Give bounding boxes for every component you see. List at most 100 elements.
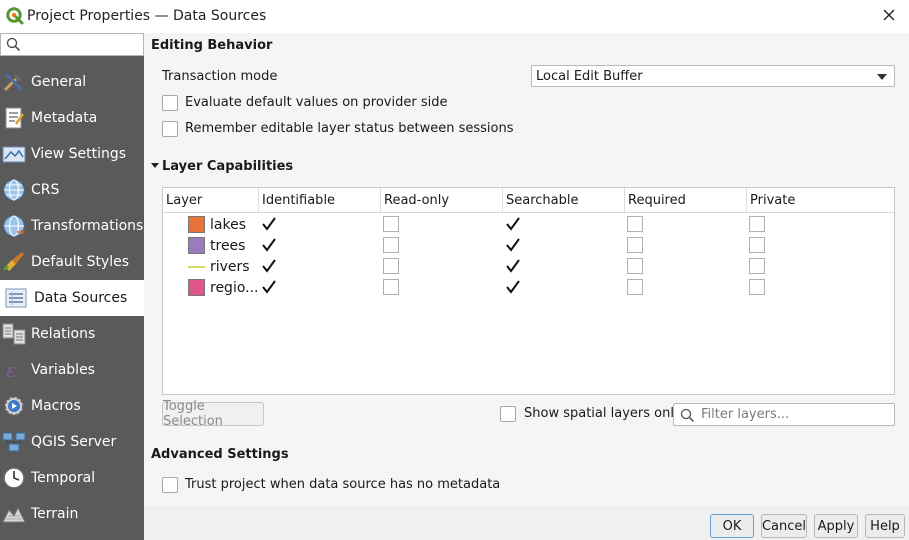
sidebar-item-label: General: [31, 74, 87, 90]
transaction-mode-combo[interactable]: Local Edit Buffer: [531, 65, 895, 87]
layer-cell: regio...: [188, 278, 258, 297]
chevron-down-icon: [877, 74, 887, 80]
trust-project-checkbox[interactable]: [162, 477, 178, 493]
layer-symbol-icon: [188, 279, 205, 296]
view-settings-icon: [2, 146, 26, 163]
searchable-checkbox[interactable]: [505, 237, 521, 253]
transaction-mode-value: Local Edit Buffer: [536, 69, 643, 84]
advanced-settings-heading: Advanced Settings: [151, 447, 289, 462]
checkmark-icon: [506, 280, 520, 294]
required-checkbox[interactable]: [627, 216, 643, 232]
private-checkbox[interactable]: [749, 258, 765, 274]
searchable-checkbox[interactable]: [505, 216, 521, 232]
spatial-only-label: Show spatial layers only: [524, 406, 682, 421]
column-header-identifiable[interactable]: Identifiable: [259, 188, 381, 213]
required-checkbox[interactable]: [627, 258, 643, 274]
layer-symbol-icon: [188, 216, 205, 233]
sidebar-item-label: Transformations: [31, 218, 144, 234]
terrain-icon: [2, 506, 26, 523]
layer-cell: trees: [188, 236, 258, 255]
table-header: Layer Identifiable Read-only Searchable …: [163, 188, 894, 213]
required-checkbox[interactable]: [627, 237, 643, 253]
sidebar-search-input[interactable]: [25, 35, 141, 54]
filter-layers-field[interactable]: [673, 403, 895, 426]
sidebar-item-view-settings[interactable]: View Settings: [0, 136, 144, 172]
sidebar-item-data-sources[interactable]: Data Sources: [0, 280, 144, 316]
ok-button[interactable]: OK: [710, 514, 754, 538]
readonly-checkbox[interactable]: [383, 258, 399, 274]
required-checkbox[interactable]: [627, 279, 643, 295]
sidebar-item-temporal[interactable]: Temporal: [0, 460, 144, 496]
readonly-checkbox[interactable]: [383, 216, 399, 232]
identifiable-checkbox[interactable]: [261, 279, 277, 295]
searchable-checkbox[interactable]: [505, 279, 521, 295]
private-checkbox[interactable]: [749, 279, 765, 295]
apply-button[interactable]: Apply: [814, 514, 858, 538]
sidebar-item-label: Temporal: [31, 470, 96, 486]
filter-layers-input[interactable]: [701, 406, 889, 423]
readonly-checkbox[interactable]: [383, 237, 399, 253]
table-row: rivers: [163, 256, 894, 277]
layer-name: regio...: [210, 279, 258, 296]
remember-editable-checkbox[interactable]: [162, 121, 178, 137]
relations-icon: [2, 323, 26, 345]
sidebar-search[interactable]: [0, 33, 144, 56]
identifiable-checkbox[interactable]: [261, 216, 277, 232]
sidebar-item-macros[interactable]: Macros: [0, 388, 144, 424]
sidebar-item-label: View Settings: [31, 146, 127, 162]
identifiable-checkbox[interactable]: [261, 258, 277, 274]
sidebar-item-label: Data Sources: [34, 290, 128, 306]
layer-symbol-icon: [188, 265, 205, 268]
checkmark-icon: [506, 259, 520, 273]
sidebar-item-transformations[interactable]: Transformations: [0, 208, 144, 244]
collapse-triangle-icon[interactable]: [151, 163, 159, 168]
help-button[interactable]: Help: [865, 514, 905, 538]
sidebar-item-label: Variables: [31, 362, 95, 378]
readonly-checkbox[interactable]: [383, 279, 399, 295]
sidebar-item-crs[interactable]: CRS: [0, 172, 144, 208]
private-checkbox[interactable]: [749, 237, 765, 253]
sidebar-item-default-styles[interactable]: Default Styles: [0, 244, 144, 280]
svg-text:ε: ε: [6, 358, 17, 382]
sidebar-item-metadata[interactable]: Metadata: [0, 100, 144, 136]
remember-editable-label: Remember editable layer status between s…: [185, 121, 514, 136]
searchable-checkbox[interactable]: [505, 258, 521, 274]
sidebar-item-qgis-server[interactable]: QGIS Server: [0, 424, 144, 460]
qgis-logo-icon: [6, 7, 24, 25]
editing-behavior-heading: Editing Behavior: [151, 38, 273, 53]
data-sources-icon: [5, 288, 27, 308]
identifiable-checkbox[interactable]: [261, 237, 277, 253]
private-checkbox[interactable]: [749, 216, 765, 232]
column-header-searchable[interactable]: Searchable: [503, 188, 625, 213]
table-row: regio...: [163, 277, 894, 298]
search-icon: [680, 408, 695, 423]
layer-cell: lakes: [188, 215, 258, 234]
sidebar-item-label: Terrain: [31, 506, 79, 522]
sidebar-item-terrain[interactable]: Terrain: [0, 496, 144, 532]
clock-icon: [3, 467, 25, 489]
sidebar-item-relations[interactable]: Relations: [0, 316, 144, 352]
transform-globe-icon: [3, 215, 25, 237]
layer-cell: rivers: [188, 257, 258, 276]
spatial-only-checkbox[interactable]: [500, 406, 516, 422]
sidebar-item-general[interactable]: General: [0, 64, 144, 100]
checkmark-icon: [262, 217, 276, 231]
sidebar-item-label: QGIS Server: [31, 434, 117, 450]
advanced-settings-group: Trust project when data source has no me…: [144, 465, 909, 506]
sidebar-item-variables[interactable]: ε Variables: [0, 352, 144, 388]
column-header-readonly[interactable]: Read-only: [381, 188, 503, 213]
close-icon[interactable]: [881, 7, 897, 23]
layer-capabilities-heading: Layer Capabilities: [162, 159, 294, 174]
checkmark-icon: [506, 238, 520, 252]
column-header-required[interactable]: Required: [625, 188, 747, 213]
checkmark-icon: [262, 259, 276, 273]
trust-project-label: Trust project when data source has no me…: [185, 477, 501, 492]
paintbrush-icon: [2, 252, 24, 272]
toggle-selection-button[interactable]: Toggle Selection: [162, 399, 264, 429]
column-header-private[interactable]: Private: [747, 188, 894, 213]
transaction-mode-label: Transaction mode: [162, 69, 278, 84]
column-header-layer[interactable]: Layer: [163, 188, 259, 213]
sidebar: General Metadata View Settings CRS Trans…: [0, 33, 144, 540]
eval-defaults-checkbox[interactable]: [162, 95, 178, 111]
cancel-button[interactable]: Cancel: [761, 514, 807, 538]
